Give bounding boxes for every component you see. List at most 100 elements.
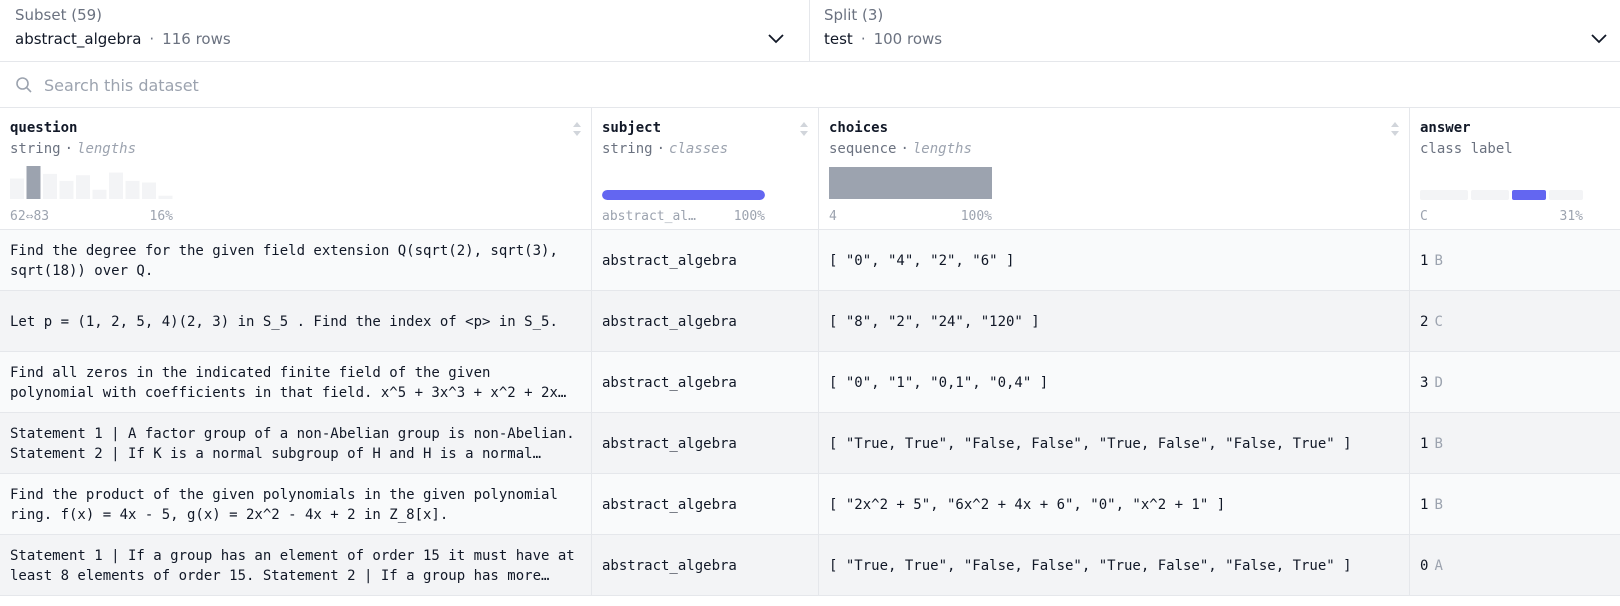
cell-subject[interactable]: abstract_algebra [592,535,819,596]
histogram-bar[interactable] [125,180,140,199]
split-name: test [824,30,853,48]
class-bar-segment[interactable] [1512,190,1547,200]
answer-index: 0 [1420,557,1429,574]
subset-row-count: 116 rows [162,30,231,48]
cell-answer[interactable]: 1B [1410,413,1620,474]
sort-icon[interactable] [571,120,583,138]
cell-choices[interactable]: [ "True, True", "False, False", "True, F… [819,535,1410,596]
split-label: Split (3) [824,6,884,24]
answer-index: 3 [1420,374,1429,391]
class-bar-segment[interactable] [1549,190,1583,200]
column-name: question [10,120,78,136]
question-text: Statement 1 | A factor group of a non-Ab… [10,425,575,462]
subset-label: Subset (59) [15,6,103,24]
cell-choices[interactable]: [ "0", "1", "0,1", "0,4" ] [819,352,1410,413]
choices-text: [ "True, True", "False, False", "True, F… [829,557,1352,574]
class-distribution[interactable] [1420,190,1583,200]
cell-question[interactable]: Find the product of the given polynomial… [0,474,592,535]
histogram-bar[interactable] [10,178,24,199]
split-dropdown[interactable]: Split (3) test · 100 rows [810,0,1620,62]
chevron-down-icon[interactable] [1590,30,1608,48]
subject-text: abstract_algebra [602,374,737,391]
cell-subject[interactable]: abstract_algebra [592,291,819,352]
histogram-bar[interactable] [109,172,123,199]
dataset-table: question string · lengths 62⇔83 16% subject… [0,108,1620,596]
stats-mode-toggle[interactable]: classes [669,141,728,157]
column-type: class label [1420,141,1513,157]
cell-question[interactable]: Statement 1 | If a group has an element … [0,535,592,596]
search-input[interactable] [44,72,944,98]
cell-answer[interactable]: 1B [1410,230,1620,291]
cell-choices[interactable]: [ "2x^2 + 5", "6x^2 + 4x + 6", "0", "x^2… [819,474,1410,535]
subset-name: abstract_algebra [15,30,142,48]
chevron-down-icon[interactable] [767,30,785,48]
histogram-stat: 4 100% [829,209,992,224]
table-row[interactable]: Find the degree for the given field exte… [0,230,1620,291]
answer-value: 1B [1420,251,1608,271]
sort-icon[interactable] [798,120,810,138]
question-text: Find the degree for the given field exte… [10,242,558,279]
subset-value: abstract_algebra · 116 rows [15,30,231,48]
cell-subject[interactable]: abstract_algebra [592,413,819,474]
choices-text: [ "2x^2 + 5", "6x^2 + 4x + 6", "0", "x^2… [829,496,1226,513]
histogram-bar[interactable] [92,189,107,199]
class-bar[interactable] [602,190,765,200]
class-stat: abstract_algebra100% [602,209,765,224]
column-type: string · lengths [10,141,137,157]
answer-index: 1 [1420,252,1429,269]
cell-question[interactable]: Find all zeros in the indicated finite f… [0,352,592,413]
class-stat: C 31% [1420,209,1583,224]
histogram-stat: 62⇔83 16% [10,209,173,224]
subject-text: abstract_algebra [602,313,737,330]
class-bar-fill [602,190,765,200]
cell-subject[interactable]: abstract_algebra [592,352,819,413]
subject-text: abstract_algebra [602,496,737,513]
column-type: sequence · lengths [829,141,972,157]
cell-choices[interactable]: [ "True, True", "False, False", "True, F… [819,413,1410,474]
column-header-answer[interactable]: answer class label C 31% [1410,108,1620,230]
cell-subject[interactable]: abstract_algebra [592,230,819,291]
class-bar-segment[interactable] [1420,190,1468,200]
histogram-bar[interactable] [158,195,173,199]
cell-answer[interactable]: 2C [1410,291,1620,352]
histogram-bar[interactable] [142,182,156,200]
cell-question[interactable]: Find the degree for the given field exte… [0,230,592,291]
length-histogram-bar[interactable] [829,167,992,199]
column-name: subject [602,120,662,136]
class-bar-segment[interactable] [1470,190,1510,200]
cell-choices[interactable]: [ "0", "4", "2", "6" ] [819,230,1410,291]
config-selectors: Subset (59) abstract_algebra · 116 rows Sp… [0,0,1620,62]
split-row-count: 100 rows [873,30,943,48]
answer-value: 0A [1420,556,1608,576]
answer-label: B [1434,496,1443,513]
histogram-bar[interactable] [59,180,74,199]
question-text: Statement 1 | If a group has an element … [10,547,575,584]
cell-answer[interactable]: 0A [1410,535,1620,596]
sort-icon[interactable] [1389,120,1401,138]
split-value: test · 100 rows [824,30,942,48]
column-header-choices[interactable]: choices sequence · lengths 4 100% [819,108,1410,230]
column-header-question[interactable]: question string · lengths 62⇔83 16% [0,108,592,230]
histogram-bar[interactable] [26,166,41,199]
cell-question[interactable]: Statement 1 | A factor group of a non-Ab… [0,413,592,474]
cell-answer[interactable]: 1B [1410,474,1620,535]
cell-subject[interactable]: abstract_algebra [592,474,819,535]
table-row[interactable]: Statement 1 | If a group has an element … [0,535,1620,596]
cell-question[interactable]: Let p = (1, 2, 5, 4)(2, 3) in S_5 . Find… [0,291,592,352]
histogram-bar[interactable] [76,175,90,199]
cell-answer[interactable]: 3D [1410,352,1620,413]
table-row[interactable]: Statement 1 | A factor group of a non-Ab… [0,413,1620,474]
length-histogram[interactable] [10,166,173,199]
answer-value: 1B [1420,495,1608,515]
answer-value: 1B [1420,434,1608,454]
cell-choices[interactable]: [ "8", "2", "24", "120" ] [819,291,1410,352]
histogram-bar[interactable] [43,173,57,199]
stats-mode-toggle[interactable]: lengths [913,141,972,157]
stats-mode-toggle[interactable]: lengths [77,141,136,157]
table-row[interactable]: Find all zeros in the indicated finite f… [0,352,1620,413]
table-row[interactable]: Let p = (1, 2, 5, 4)(2, 3) in S_5 . Find… [0,291,1620,352]
column-header-subject[interactable]: subject string·classes abstract_algebra1… [592,108,819,230]
table-row[interactable]: Find the product of the given polynomial… [0,474,1620,535]
subset-dropdown[interactable]: Subset (59) abstract_algebra · 116 rows [0,0,810,62]
answer-label: B [1434,435,1443,452]
